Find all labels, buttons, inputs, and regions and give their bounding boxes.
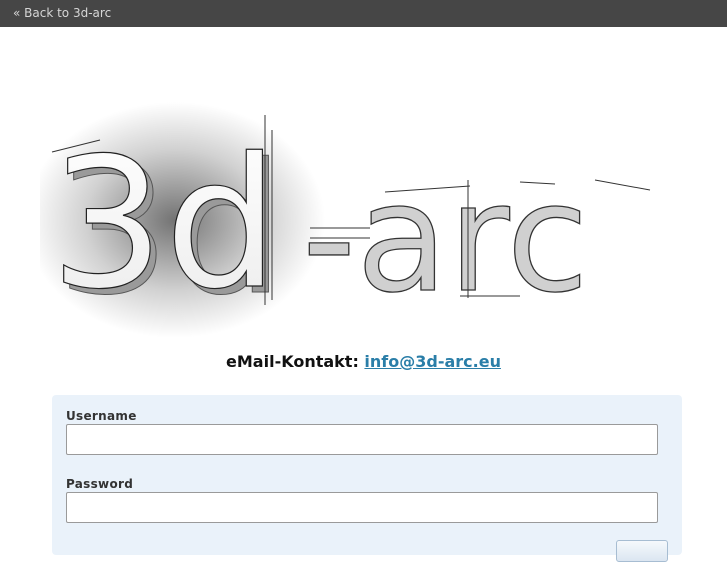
email-link[interactable]: info@3d-arc.eu bbox=[364, 352, 501, 371]
login-submit-button[interactable] bbox=[616, 540, 668, 562]
logo-arc: -arc bbox=[302, 152, 589, 326]
password-input[interactable] bbox=[66, 492, 658, 523]
username-input[interactable] bbox=[66, 424, 658, 455]
site-logo: 3d 3d -arc bbox=[40, 102, 651, 338]
top-bar: « Back to 3d-arc bbox=[0, 0, 727, 27]
login-panel: Username Password bbox=[52, 395, 682, 562]
back-link[interactable]: « Back to 3d-arc bbox=[13, 6, 111, 20]
email-contact-label: eMail-Kontakt: bbox=[226, 352, 359, 371]
logo-3d: 3d bbox=[50, 120, 279, 329]
password-label: Password bbox=[66, 477, 134, 491]
username-label: Username bbox=[66, 409, 137, 423]
email-contact: eMail-Kontakt: info@3d-arc.eu bbox=[0, 352, 727, 372]
